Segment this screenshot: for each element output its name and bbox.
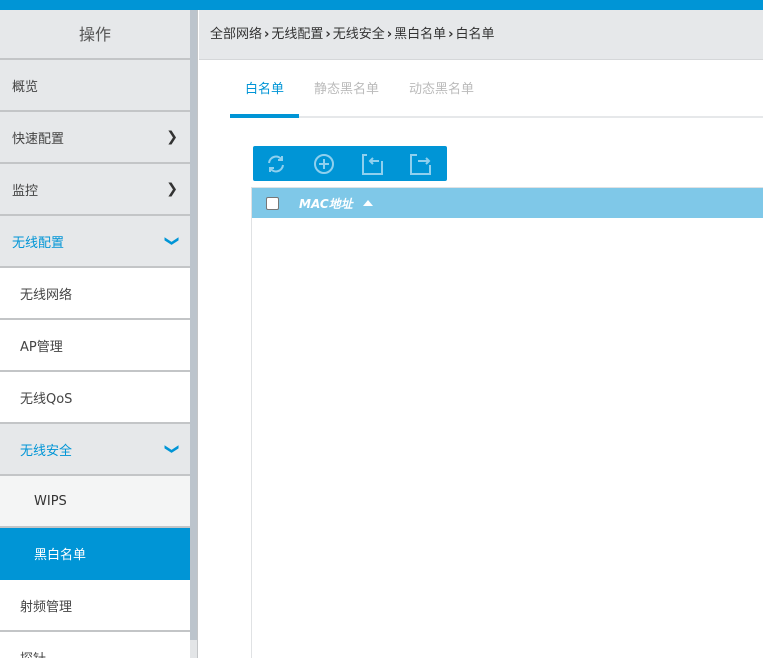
tab-whitelist[interactable]: 白名单 xyxy=(230,70,300,118)
label: 监控 xyxy=(12,183,39,199)
label: 快速配置 xyxy=(12,131,65,147)
sidebar: 操作 概览 快速配置 ❯ 监控 ❯ 无线配置 ❯ 无线网络 AP管理 无线QoS 无线… xyxy=(0,10,190,658)
scrollbar-thumb[interactable] xyxy=(190,10,197,640)
refresh-button[interactable] xyxy=(263,151,289,177)
label: 探针 xyxy=(20,648,46,658)
breadcrumb-item[interactable]: 黑白名单 xyxy=(394,27,446,42)
chevron-right-icon: › xyxy=(264,27,270,42)
sidebar-scrollbar[interactable] xyxy=(190,10,198,658)
chevron-down-icon: ❯ xyxy=(164,235,181,247)
tab-static-blacklist[interactable]: 静态黑名单 xyxy=(299,70,394,118)
sidebar-header: 操作 xyxy=(0,10,190,60)
add-button[interactable] xyxy=(311,151,337,177)
export-icon xyxy=(410,153,431,175)
breadcrumb-item[interactable]: 无线安全 xyxy=(333,27,385,42)
label: WIPS xyxy=(34,493,67,509)
sidebar-item-monitor[interactable]: 监控 ❯ xyxy=(0,164,190,216)
sort-ascending-icon[interactable] xyxy=(362,200,373,206)
sidebar-item-ap-management[interactable]: AP管理 xyxy=(0,320,190,372)
breadcrumb: 全部网络 › 无线配置 › 无线安全 › 黑白名单 › 白名单 xyxy=(199,10,763,60)
refresh-icon xyxy=(268,155,284,172)
chevron-down-icon: ❯ xyxy=(164,443,181,455)
sidebar-item-probe[interactable]: 探针 xyxy=(0,632,190,658)
label: 无线安全 xyxy=(20,443,73,459)
label: 射频管理 xyxy=(20,599,73,615)
chevron-right-icon: › xyxy=(448,27,454,42)
label: 无线配置 xyxy=(12,235,65,251)
label: 黑白名单 xyxy=(34,547,87,563)
select-all-checkbox[interactable] xyxy=(266,196,279,210)
breadcrumb-item: 白名单 xyxy=(455,27,495,42)
label: 无线QoS xyxy=(20,391,73,407)
breadcrumb-item[interactable]: 全部网络 xyxy=(210,27,262,42)
column-header-mac[interactable]: MAC地址 xyxy=(299,195,353,212)
import-button[interactable] xyxy=(359,151,385,177)
tab-dynamic-blacklist[interactable]: 动态黑名单 xyxy=(394,70,489,118)
mac-table: MAC地址 xyxy=(251,187,763,658)
toolbar xyxy=(253,146,447,181)
add-icon xyxy=(314,153,334,174)
sidebar-item-overview[interactable]: 概览 xyxy=(0,60,190,112)
chevron-right-icon: › xyxy=(325,27,331,42)
top-bar xyxy=(0,0,763,10)
sidebar-item-wireless-config[interactable]: 无线配置 ❯ xyxy=(0,216,190,268)
sidebar-item-wips[interactable]: WIPS xyxy=(0,476,190,528)
label: 无线网络 xyxy=(20,287,73,303)
breadcrumb-item[interactable]: 无线配置 xyxy=(271,27,323,42)
chevron-right-icon: ❯ xyxy=(166,129,178,145)
sidebar-item-wireless-network[interactable]: 无线网络 xyxy=(0,268,190,320)
import-icon xyxy=(362,153,383,175)
sidebar-item-quick-config[interactable]: 快速配置 ❯ xyxy=(0,112,190,164)
sidebar-item-wireless-security[interactable]: 无线安全 ❯ xyxy=(0,424,190,476)
sidebar-item-rf-management[interactable]: 射频管理 xyxy=(0,580,190,632)
sidebar-item-wireless-qos[interactable]: 无线QoS xyxy=(0,372,190,424)
export-button[interactable] xyxy=(407,151,433,177)
sidebar-item-black-white-list[interactable]: 黑白名单 xyxy=(0,528,190,580)
tab-bar: 白名单 静态黑名单 动态黑名单 xyxy=(230,70,763,118)
chevron-right-icon: ❯ xyxy=(166,181,178,197)
table-header: MAC地址 xyxy=(252,188,763,218)
label: 概览 xyxy=(12,79,39,95)
label: AP管理 xyxy=(20,339,63,355)
chevron-right-icon: › xyxy=(386,27,393,42)
